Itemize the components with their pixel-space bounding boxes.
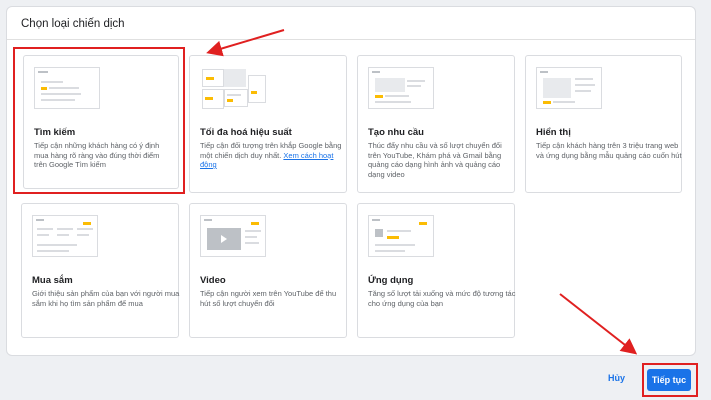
cancel-button[interactable]: Hủy: [608, 373, 625, 383]
card-title: Tìm kiếm: [34, 127, 76, 138]
card-title: Mua sắm: [32, 275, 73, 286]
card-description: Tiếp cận đối tượng trên khắp Google bằng…: [200, 141, 348, 170]
campaign-card-demand-gen[interactable]: Tạo nhu cầu Thúc đẩy nhu cầu và số lượt …: [357, 55, 515, 193]
card-title: Video: [200, 275, 226, 286]
divider: [7, 39, 695, 40]
campaign-card-app[interactable]: Ứng dụng Tăng số lượt tải xuống và mức đ…: [357, 203, 515, 338]
display-thumb-icon: [536, 67, 602, 109]
card-title: Tối đa hoá hiệu suất: [200, 127, 292, 138]
card-description: Tiếp cận khách hàng trên 3 triệu trang w…: [536, 141, 682, 160]
demand-gen-thumb-icon: [368, 67, 434, 109]
card-description: Tiếp cận người xem trên YouTube để thu h…: [200, 289, 337, 308]
app-thumb-icon: [368, 215, 434, 257]
campaign-card-shopping[interactable]: Mua sắm Giới thiệu sản phẩm của bạn với …: [21, 203, 179, 338]
campaign-card-display[interactable]: Hiển thị Tiếp cận khách hàng trên 3 triệ…: [525, 55, 682, 193]
card-title: Tạo nhu cầu: [368, 127, 424, 138]
card-description: Thúc đẩy nhu cầu và số lượt chuyển đổi t…: [368, 141, 502, 179]
card-description: Tăng số lượt tải xuống và mức độ tương t…: [368, 289, 516, 308]
search-thumb-icon: [34, 67, 100, 109]
campaign-card-performance-max[interactable]: Tối đa hoá hiệu suất Tiếp cận đối tượng …: [189, 55, 347, 193]
campaign-card-search[interactable]: Tìm kiếm Tiếp cận những khách hàng có ý …: [23, 55, 179, 189]
campaign-card-video[interactable]: Video Tiếp cận người xem trên YouTube để…: [189, 203, 347, 338]
card-description: Giới thiệu sản phẩm của bạn với người mu…: [32, 289, 180, 308]
panel-title: Chọn loại chiến dịch: [21, 18, 125, 30]
continue-button[interactable]: Tiếp tục: [647, 369, 691, 391]
card-description: Tiếp cận những khách hàng có ý định mua …: [34, 141, 160, 169]
performance-max-thumb-icon: [200, 67, 266, 109]
video-thumb-icon: [200, 215, 266, 257]
card-title: Ứng dụng: [368, 275, 414, 286]
shopping-thumb-icon: [32, 215, 98, 257]
card-title: Hiển thị: [536, 127, 571, 138]
